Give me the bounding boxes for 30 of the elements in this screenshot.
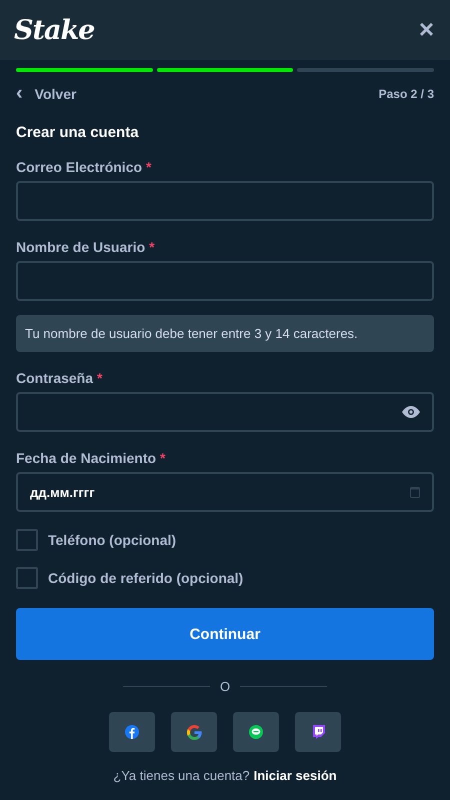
f-letter-icon — [125, 725, 139, 739]
calendar-icon[interactable] — [410, 486, 420, 498]
chat-bubble-icon — [249, 725, 263, 739]
input-field[interactable] — [16, 181, 434, 221]
hint-message: Tu nombre de usuario debe tener entre 3 y 14 caracteres. — [16, 315, 434, 352]
field-label: Contraseña * — [16, 370, 104, 386]
social-login-button[interactable] — [233, 712, 279, 752]
divider-text: O — [220, 679, 230, 694]
eye-icon[interactable] — [402, 406, 420, 418]
signin-link[interactable]: Iniciar sesión — [254, 768, 337, 783]
continue-button[interactable]: Continuar — [16, 608, 434, 660]
field-label: Fecha de Nacimiento * — [16, 450, 166, 466]
signin-prompt: ¿Ya tienes una cuenta? — [113, 768, 250, 783]
checkbox[interactable] — [16, 529, 38, 551]
checkbox-label: Código de referido (opcional) — [48, 570, 244, 586]
input-field[interactable]: дд.мм.гггг — [16, 472, 434, 512]
back-link[interactable]: ‹ Volver — [16, 86, 76, 102]
checkbox[interactable] — [16, 567, 38, 589]
input-field[interactable] — [16, 261, 434, 301]
logo: Stake — [14, 14, 94, 46]
form-title: Crear una cuenta — [16, 124, 140, 141]
input-field[interactable] — [16, 392, 434, 432]
g-letter-icon — [186, 724, 202, 740]
step-indicator: Paso 2 / 3 — [378, 87, 434, 101]
speech-square-icon — [312, 725, 324, 739]
checkbox-label: Teléfono (opcional) — [48, 532, 176, 548]
field-label: Nombre de Usuario * — [16, 239, 156, 255]
close-button[interactable]: × — [418, 16, 434, 44]
social-login-button[interactable] — [295, 712, 341, 752]
field-label: Correo Electrónico * — [16, 159, 152, 175]
